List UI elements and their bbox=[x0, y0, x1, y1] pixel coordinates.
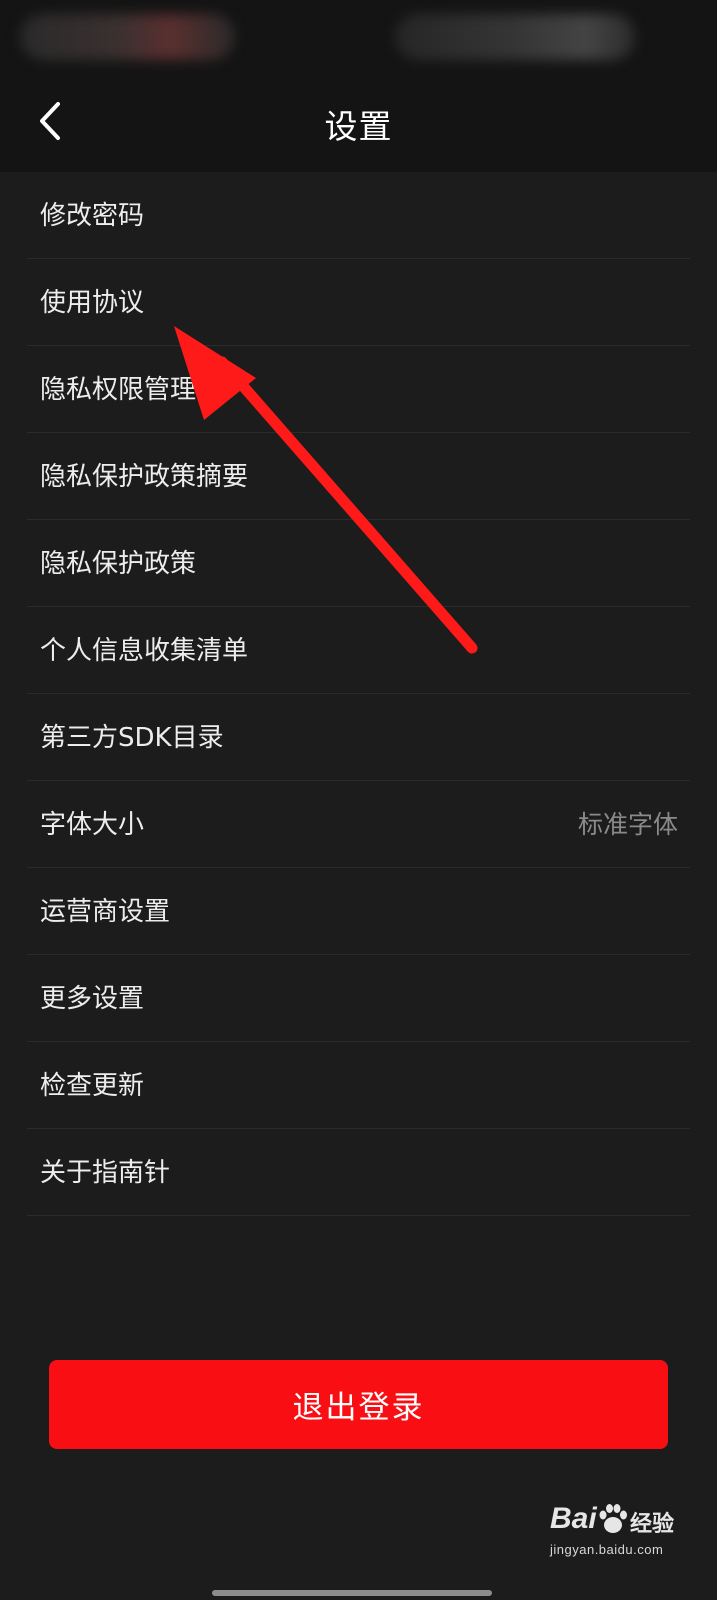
settings-item-user-agreement[interactable]: 使用协议 bbox=[27, 259, 690, 346]
settings-item-about[interactable]: 关于指南针 bbox=[27, 1129, 690, 1216]
settings-item-label: 更多设置 bbox=[40, 984, 145, 1014]
watermark-brand-suffix: 经验 bbox=[630, 1512, 675, 1537]
navigation-bar: 设置 bbox=[0, 78, 717, 172]
settings-item-label: 运营商设置 bbox=[40, 897, 171, 927]
home-indicator bbox=[212, 1590, 492, 1596]
settings-item-label: 个人信息收集清单 bbox=[40, 636, 249, 666]
status-bar bbox=[0, 0, 717, 78]
blurred-status-area-left bbox=[20, 14, 235, 60]
settings-item-privacy-policy-summary[interactable]: 隐私保护政策摘要 bbox=[27, 433, 690, 520]
settings-item-label: 修改密码 bbox=[40, 201, 145, 231]
settings-item-more-settings[interactable]: 更多设置 bbox=[27, 955, 690, 1042]
watermark-url: jingyan.baidu.com bbox=[550, 1542, 664, 1557]
settings-item-label: 关于指南针 bbox=[40, 1158, 171, 1188]
settings-item-change-password[interactable]: 修改密码 bbox=[27, 172, 690, 259]
font-size-value: 标准字体 bbox=[577, 810, 678, 839]
paw-icon bbox=[599, 1504, 627, 1533]
settings-item-label: 隐私权限管理 bbox=[40, 375, 197, 405]
settings-item-label: 字体大小 bbox=[40, 810, 145, 840]
settings-item-privacy-permissions[interactable]: 隐私权限管理 bbox=[27, 346, 690, 433]
settings-item-font-size[interactable]: 字体大小 标准字体 bbox=[27, 781, 690, 868]
logout-button[interactable]: 退出登录 bbox=[49, 1360, 668, 1449]
settings-item-label: 检查更新 bbox=[40, 1071, 145, 1101]
settings-item-label: 隐私保护政策摘要 bbox=[40, 462, 249, 492]
blurred-status-area-right bbox=[395, 14, 635, 60]
settings-item-carrier-settings[interactable]: 运营商设置 bbox=[27, 868, 690, 955]
page-title: 设置 bbox=[324, 107, 393, 146]
watermark-brand: Bai bbox=[550, 1502, 597, 1535]
settings-list: 修改密码 使用协议 隐私权限管理 隐私保护政策摘要 隐私保护政策 个人信息收集清… bbox=[0, 172, 717, 1216]
settings-item-label: 使用协议 bbox=[40, 288, 145, 318]
settings-item-privacy-policy[interactable]: 隐私保护政策 bbox=[27, 520, 690, 607]
settings-item-label: 第三方SDK目录 bbox=[40, 723, 224, 753]
settings-item-third-party-sdk[interactable]: 第三方SDK目录 bbox=[27, 694, 690, 781]
settings-item-personal-info-list[interactable]: 个人信息收集清单 bbox=[27, 607, 690, 694]
settings-item-label: 隐私保护政策 bbox=[40, 549, 197, 579]
baidu-jingyan-watermark: Bai 经验 jingyan.baidu.com bbox=[548, 1496, 678, 1568]
settings-item-check-update[interactable]: 检查更新 bbox=[27, 1042, 690, 1129]
